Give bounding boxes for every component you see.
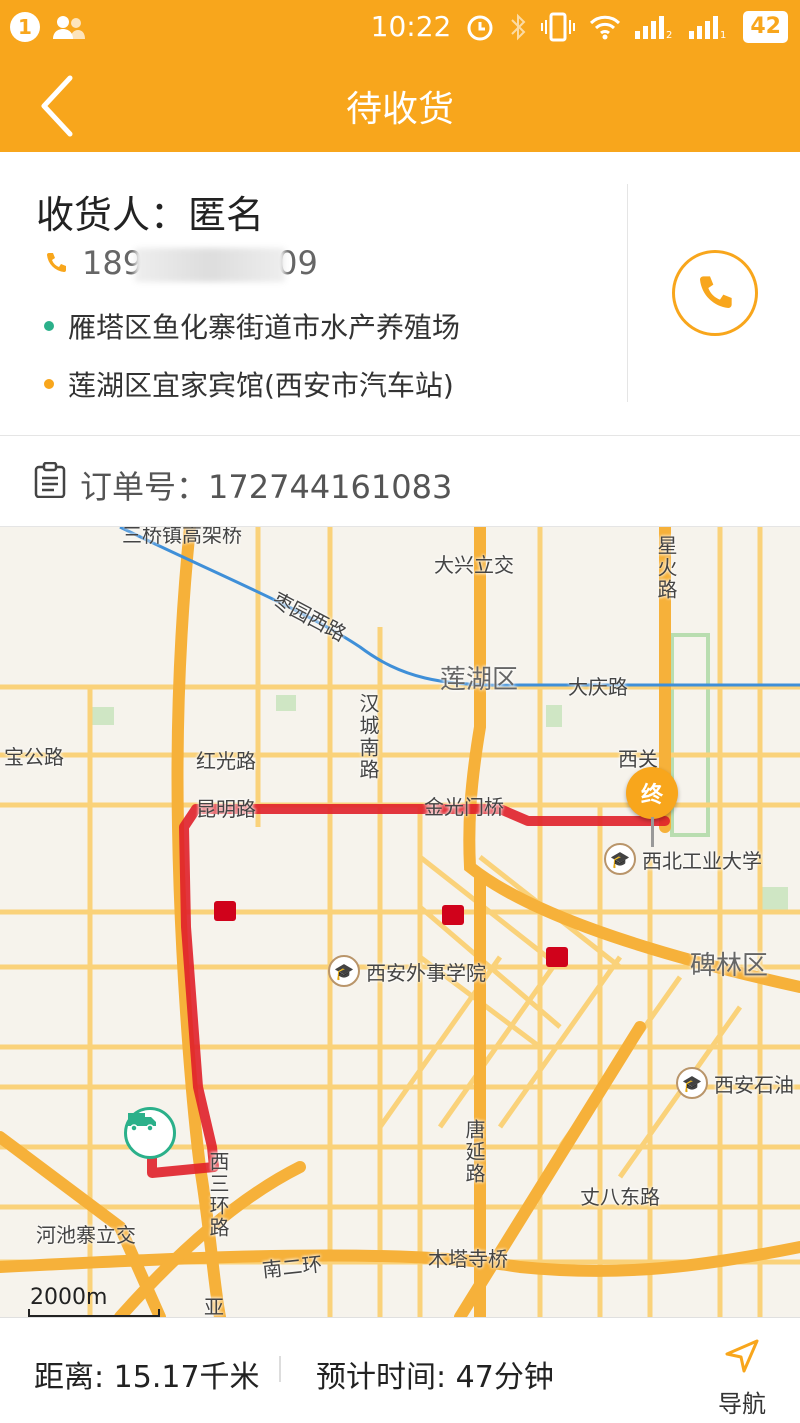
destination-dot xyxy=(44,379,54,389)
battery-indicator: 42 xyxy=(743,10,788,43)
destination-marker[interactable]: 终 xyxy=(626,767,678,819)
receiver-name-row: 收货人：匿名 xyxy=(36,184,264,239)
receiver-label: 收货人： xyxy=(36,193,189,237)
app-header: 待收货 xyxy=(0,56,800,152)
eta-value: 47分钟 xyxy=(455,1360,554,1395)
route-map[interactable]: 三桥镇高架桥 大兴立交 星火路 枣园西路 莲湖区 大庆路 宝公路 红光路 汉城南… xyxy=(0,527,800,1317)
poi-waishi[interactable]: 🎓 西安外事学院 xyxy=(328,955,486,987)
distance-value: 15.17千米 xyxy=(113,1360,260,1395)
origin-address: 雁塔区鱼化寨街道市水产养殖场 xyxy=(68,311,461,344)
destination-marker-stem xyxy=(651,817,654,847)
map-label-zhangba: 丈八东路 xyxy=(580,1185,660,1209)
svg-text:2: 2 xyxy=(666,30,672,39)
navigate-button[interactable]: 导航 xyxy=(712,1336,772,1418)
poi-xishiyou-label: 西安石油 xyxy=(714,1072,794,1097)
eta-info: 预计时间: 47分钟 xyxy=(316,1352,554,1396)
order-number: 订单号：172744161083 xyxy=(80,462,452,508)
eta-label: 预计时间: xyxy=(316,1360,447,1395)
map-roads xyxy=(0,527,800,1317)
map-scale-label: 2000m xyxy=(30,1285,108,1310)
map-label-baogong: 宝公路 xyxy=(4,745,64,769)
poi-xishiyou[interactable]: 🎓 西安石油 xyxy=(676,1067,794,1099)
signal-icon-sim2: 2 xyxy=(635,15,673,39)
status-bar: 1 10:22 2 1 42 xyxy=(0,0,800,56)
map-label-jinguangmen: 金光门桥 xyxy=(424,795,504,819)
distance-label: 距离: xyxy=(34,1360,105,1395)
receiver-phone: 189 09 xyxy=(82,244,318,282)
navigation-arrow-icon xyxy=(725,1339,759,1373)
map-label-lianhu: 莲湖区 xyxy=(440,665,519,695)
school-icon: 🎓 xyxy=(328,955,360,987)
receiver-phone-row: 189 09 xyxy=(44,244,318,282)
order-value: 172744161083 xyxy=(208,468,453,506)
navigate-label: 导航 xyxy=(718,1390,766,1418)
clipboard-icon xyxy=(34,462,66,498)
destination-address: 莲湖区宜家宾馆(西安市汽车站) xyxy=(68,369,454,402)
wifi-icon xyxy=(590,15,621,39)
map-label-hechizhai: 河池寨立交 xyxy=(36,1223,136,1247)
summary-separator xyxy=(279,1356,281,1382)
map-label-qiaozhen: 三桥镇高架桥 xyxy=(122,527,242,547)
poi-nwpu[interactable]: 🎓 西北工业大学 xyxy=(604,843,762,875)
map-label-kunming: 昆明路 xyxy=(196,797,256,821)
map-label-tangyan: 唐延路 xyxy=(462,1119,486,1185)
order-label: 订单号： xyxy=(80,468,209,506)
map-scale-bar xyxy=(28,1309,160,1317)
phone-call-icon xyxy=(700,276,732,308)
page-title: 待收货 xyxy=(345,89,454,130)
truck-location-marker[interactable] xyxy=(124,1107,176,1159)
map-label-hongguang: 红光路 xyxy=(196,749,256,773)
poi-nwpu-label: 西北工业大学 xyxy=(642,848,762,873)
phone-prefix: 189 xyxy=(82,244,144,282)
contacts-icon xyxy=(53,16,85,39)
phone-redaction xyxy=(135,248,286,282)
bluetooth-icon xyxy=(511,13,526,40)
map-label-mutasi: 木塔寺桥 xyxy=(428,1247,508,1271)
alarm-icon xyxy=(467,15,493,40)
distance-info: 距离: 15.17千米 xyxy=(34,1352,260,1396)
call-button[interactable] xyxy=(672,250,758,336)
truck-icon xyxy=(128,1113,156,1132)
signal-icon-sim1: 1 xyxy=(689,15,727,39)
status-time: 10:22 xyxy=(370,10,452,43)
destination-address-row: 莲湖区宜家宾馆(西安市汽车站) xyxy=(44,364,454,404)
metro-station-icon[interactable] xyxy=(546,947,568,967)
school-icon: 🎓 xyxy=(676,1067,708,1099)
notification-count-badge: 1 xyxy=(10,12,40,42)
origin-dot xyxy=(44,321,54,331)
map-label-ya: 亚 xyxy=(204,1295,224,1317)
map-label-daxing: 大兴立交 xyxy=(434,553,514,577)
map-label-daqing: 大庆路 xyxy=(568,675,628,699)
map-label-xisanhuan: 西三环路 xyxy=(206,1151,230,1239)
poi-waishi-label: 西安外事学院 xyxy=(366,960,486,985)
map-label-xinghuo: 星火路 xyxy=(654,535,678,601)
vibrate-icon xyxy=(541,12,576,41)
route-summary-bar: 距离: 15.17千米 预计时间: 47分钟 导航 xyxy=(0,1317,800,1423)
map-label-beilin: 碑林区 xyxy=(690,951,769,981)
receiver-name: 匿名 xyxy=(188,193,265,237)
map-label-hancheng: 汉城南路 xyxy=(356,693,380,781)
metro-station-icon[interactable] xyxy=(442,905,464,925)
metro-station-icon[interactable] xyxy=(214,901,236,921)
svg-text:1: 1 xyxy=(720,30,726,39)
receiver-card: 收货人：匿名 189 09 雁塔区鱼化寨街道市水产养殖场 莲湖区宜家宾馆(西安市汽… xyxy=(0,152,800,436)
vertical-divider xyxy=(627,184,628,402)
school-icon: 🎓 xyxy=(604,843,636,875)
origin-address-row: 雁塔区鱼化寨街道市水产养殖场 xyxy=(44,306,460,346)
order-number-row: 订单号：172744161083 xyxy=(0,436,800,527)
phone-icon xyxy=(47,253,66,272)
